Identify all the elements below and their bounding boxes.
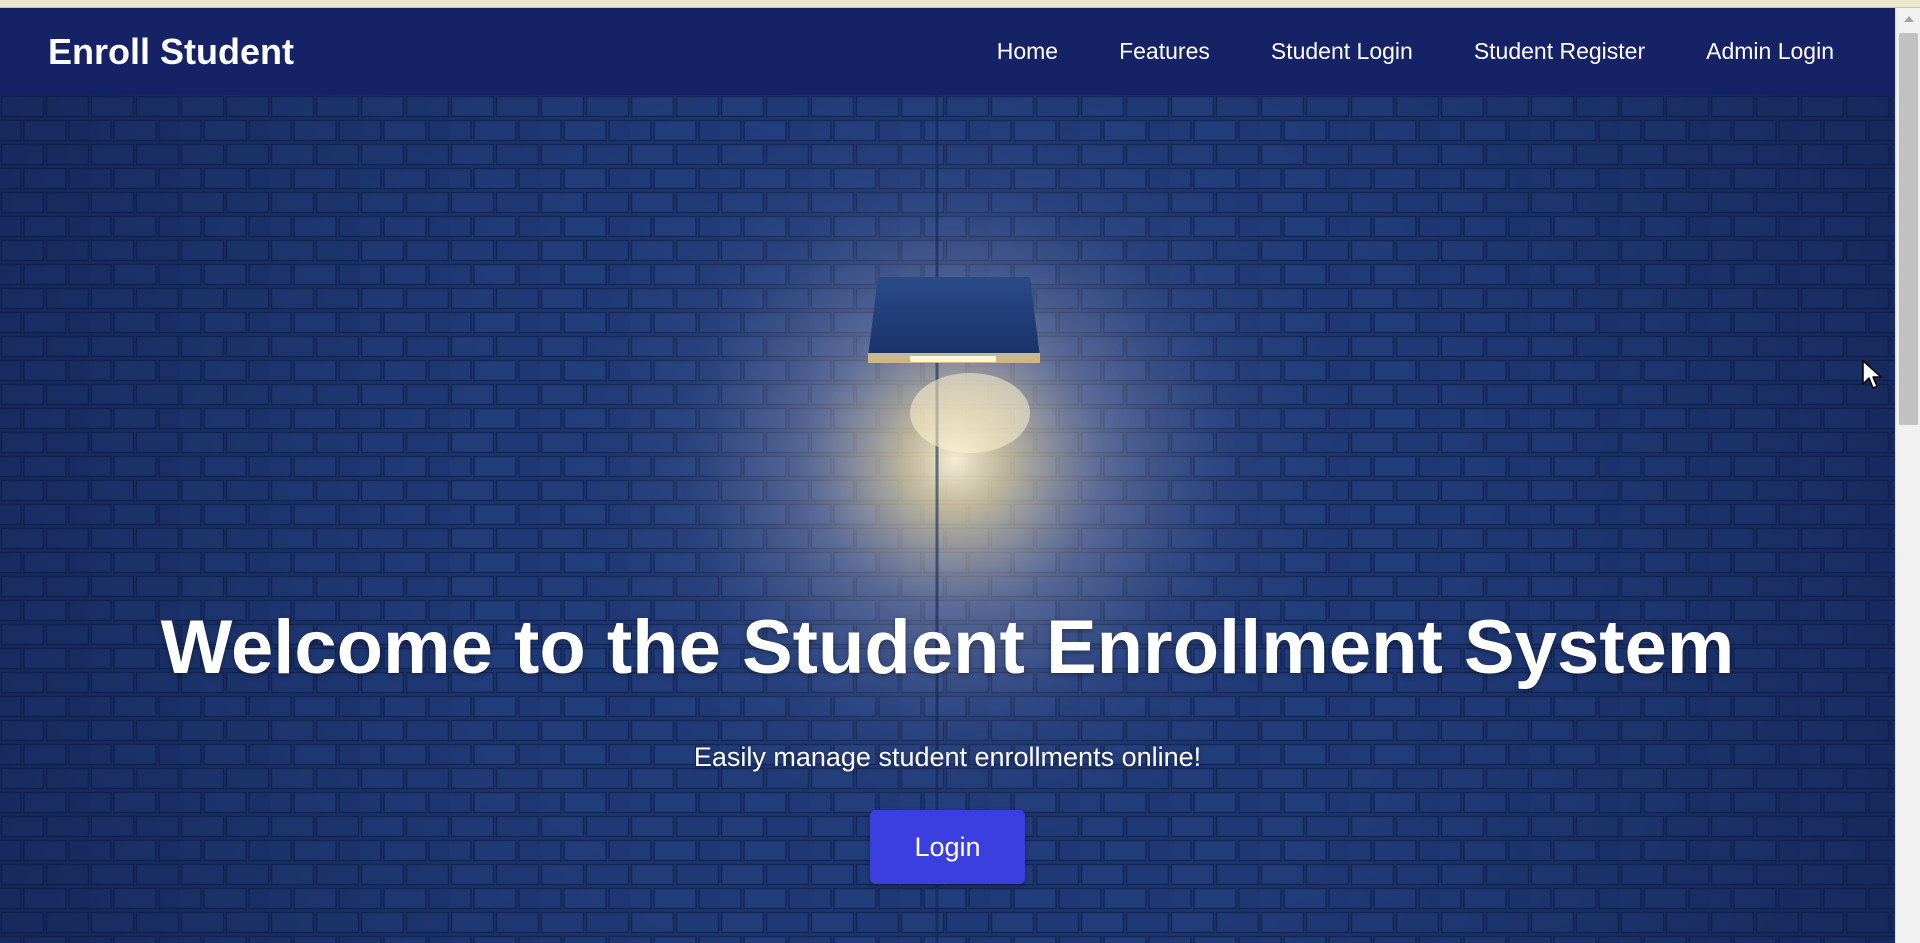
hero-section: Welcome to the Student Enrollment System… [0, 95, 1895, 943]
vertical-scrollbar[interactable] [1895, 8, 1920, 943]
scrollbar-thumb[interactable] [1899, 33, 1918, 425]
hero-subtitle: Easily manage student enrollments online… [693, 742, 1202, 772]
arrow-up-icon[interactable] [1896, 8, 1920, 28]
nav-link-home[interactable]: Home [997, 38, 1058, 65]
nav-link-features[interactable]: Features [1119, 38, 1210, 65]
brand-logo[interactable]: Enroll Student [48, 31, 294, 73]
hero-title: Welcome to the Student Enrollment System [160, 605, 1735, 690]
nav-link-student-login[interactable]: Student Login [1271, 38, 1413, 65]
navbar: Enroll Student Home Features Student Log… [0, 8, 1895, 95]
nav-link-admin-login[interactable]: Admin Login [1706, 38, 1834, 65]
login-button[interactable]: Login [870, 810, 1025, 884]
nav-link-student-register[interactable]: Student Register [1474, 38, 1645, 65]
page-viewport: Enroll Student Home Features Student Log… [0, 8, 1895, 943]
browser-top-edge [0, 0, 1920, 8]
nav-links: Home Features Student Login Student Regi… [936, 38, 1834, 65]
mouse-pointer-icon [1862, 360, 1882, 389]
